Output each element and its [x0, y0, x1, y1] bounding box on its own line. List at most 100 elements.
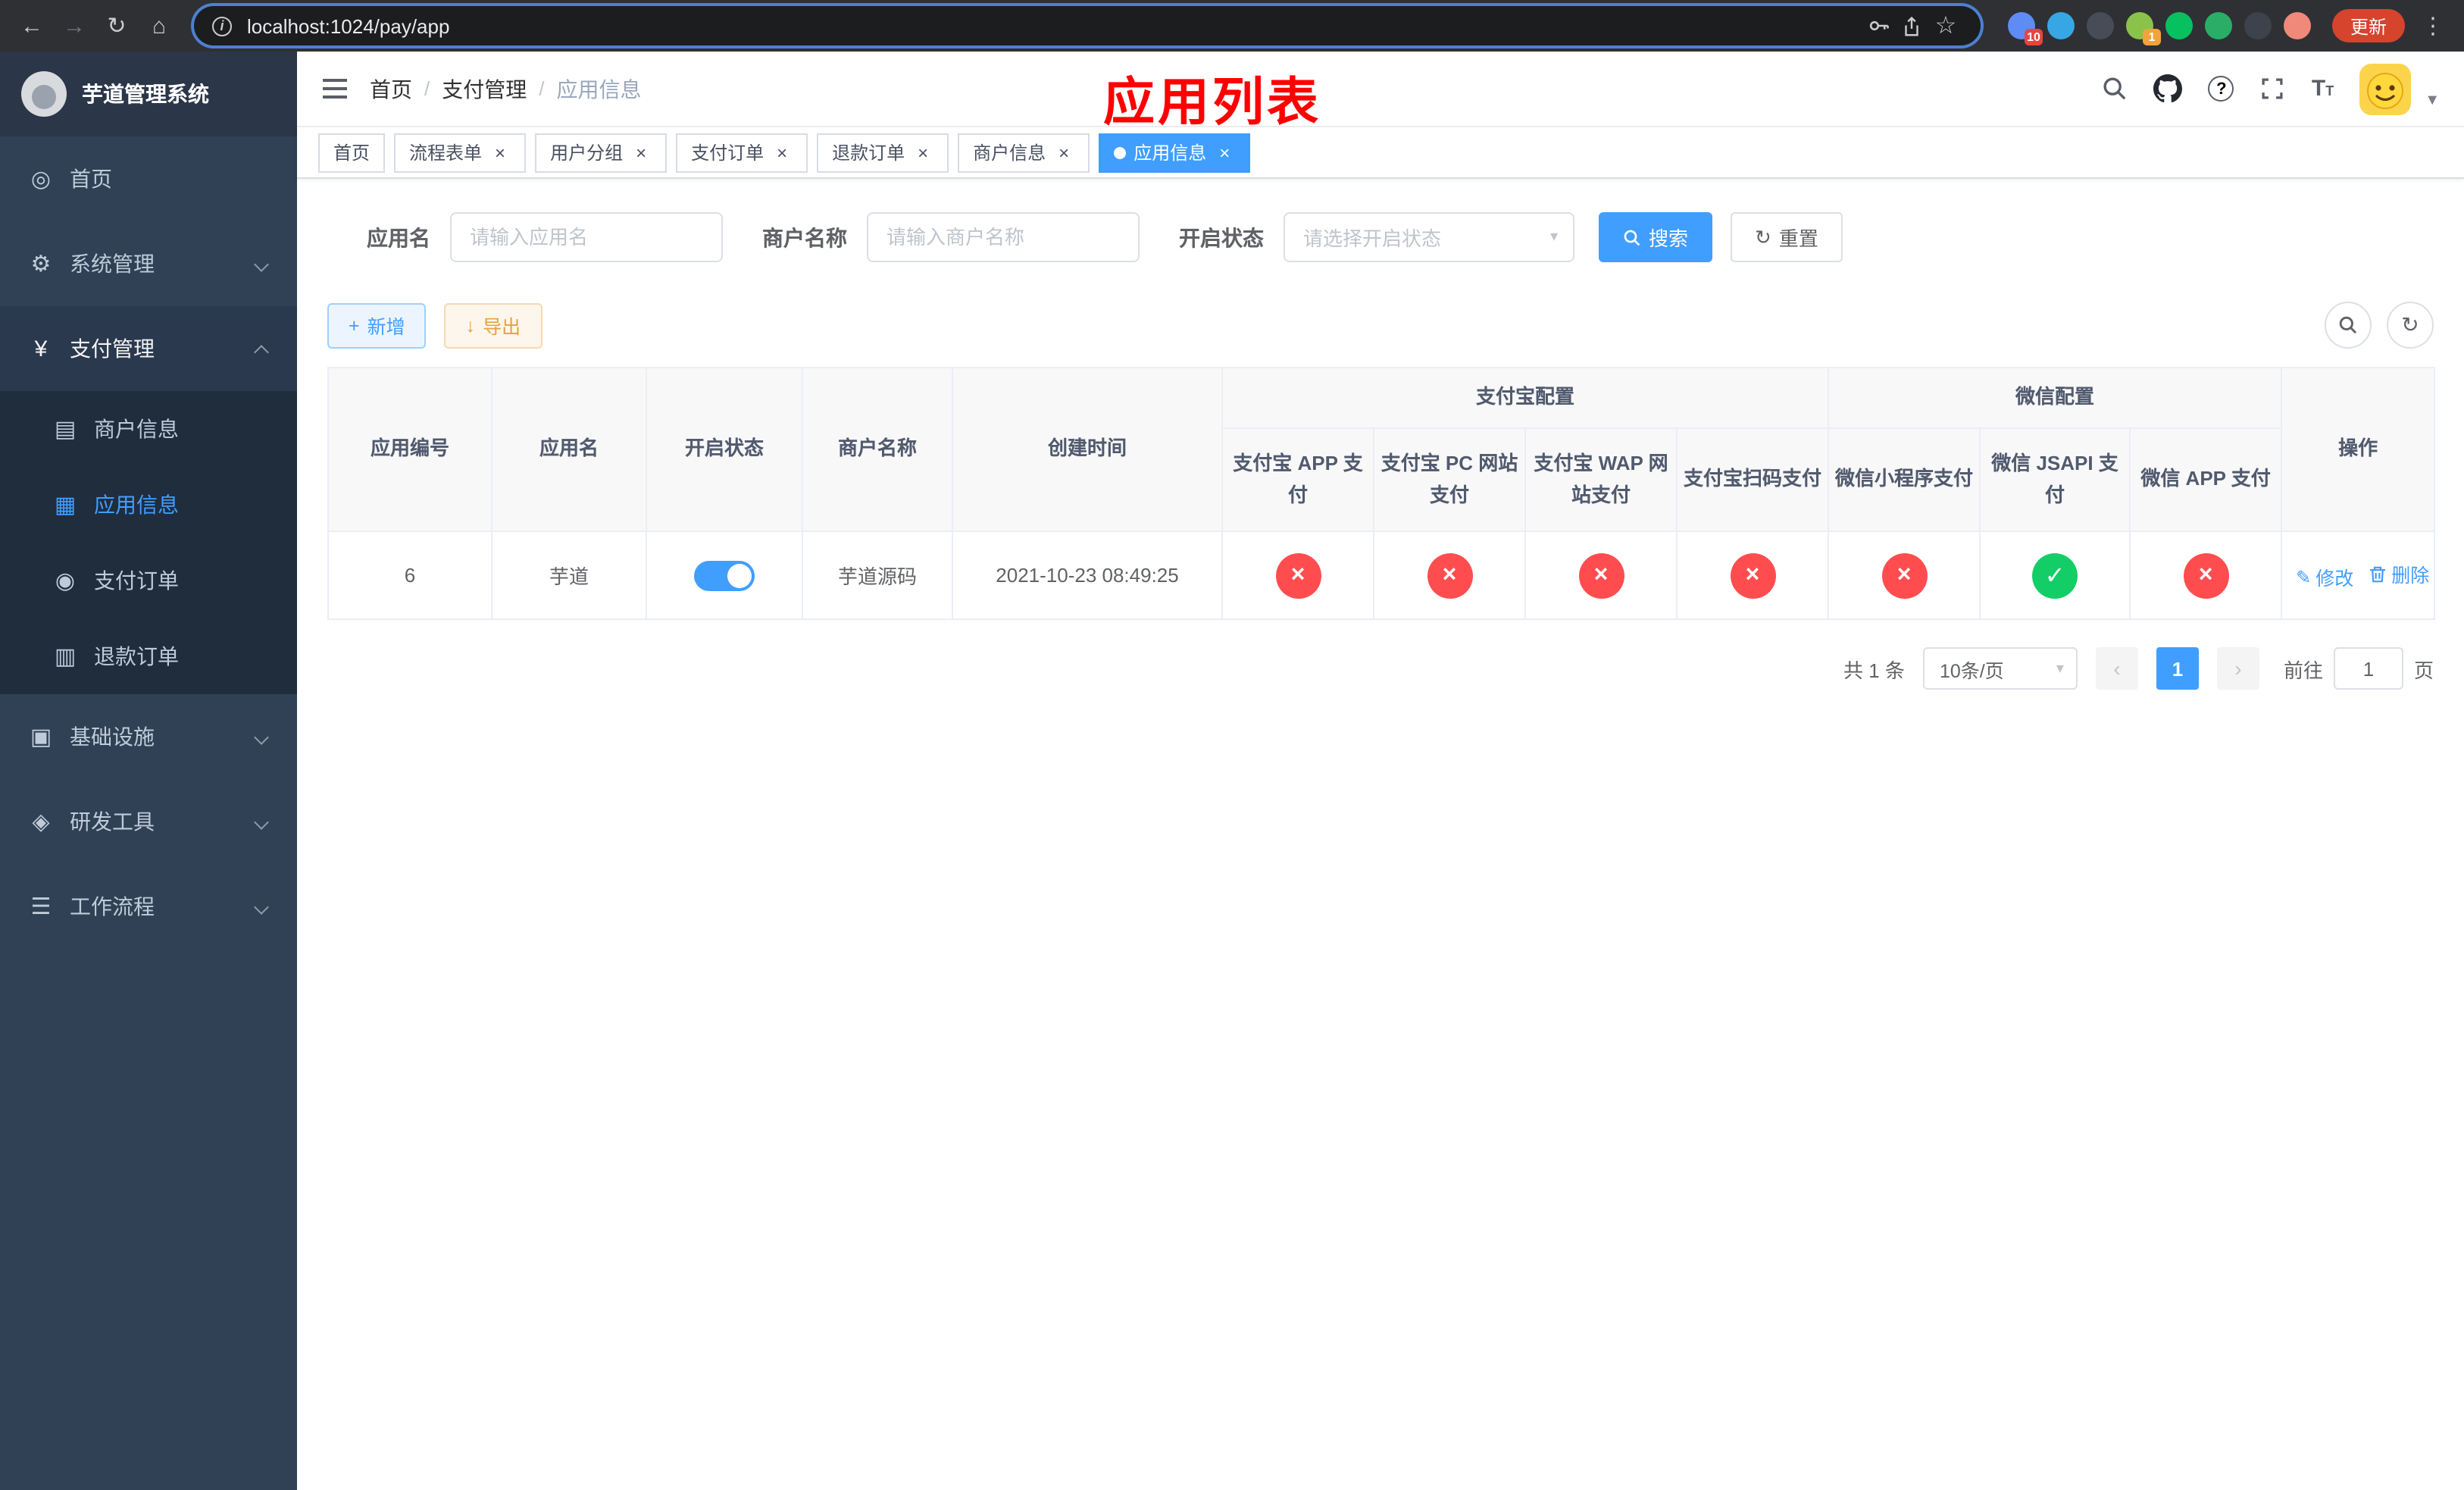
infra-icon: ▣	[30, 725, 52, 750]
app-table: 应用编号 应用名 开启状态 商户名称 创建时间 支付宝配置 微信配置 操作 支付宝 APP 支付…	[327, 367, 2436, 620]
reset-button[interactable]: ↻ 重置	[1731, 212, 1843, 262]
tab-merchant-info[interactable]: 商户信息 ×	[958, 133, 1090, 172]
user-avatar[interactable]	[2359, 63, 2412, 114]
sidebar-item-refund-order[interactable]: ▥ 退款订单	[0, 618, 297, 694]
browser-update-button[interactable]: 更新	[2331, 9, 2405, 42]
column-header: 支付宝 APP 支付	[1221, 427, 1374, 532]
refresh-button[interactable]: ↻	[2387, 302, 2434, 349]
close-icon[interactable]: ×	[630, 142, 652, 163]
close-icon[interactable]: ×	[1053, 142, 1074, 163]
prev-page-button[interactable]: ‹	[2095, 647, 2138, 690]
tab-app-info[interactable]: 应用信息 ×	[1099, 133, 1251, 172]
sidebar-item-home[interactable]: ◎ 首页	[0, 136, 297, 221]
column-header: 应用名	[491, 367, 647, 532]
tab-label: 退款订单	[832, 142, 905, 164]
column-header: 商户名称	[802, 367, 953, 532]
tab-home[interactable]: 首页	[318, 133, 386, 172]
column-header: 微信 JSAPI 支付	[1979, 427, 2131, 532]
tab-payment-order[interactable]: 支付订单 ×	[676, 133, 808, 172]
sidebar-item-dev-tools[interactable]: ◈ 研发工具	[0, 779, 297, 864]
extension-globe-icon[interactable]	[2086, 12, 2114, 39]
extension-colorful-icon[interactable]: 1	[2125, 12, 2161, 45]
cell-created-at: 2021-10-23 08:49:25	[952, 531, 1223, 620]
share-icon[interactable]	[1896, 9, 1929, 42]
browser-home-icon[interactable]: ⌂	[139, 6, 179, 45]
breadcrumb-separator: /	[424, 77, 430, 100]
status-select[interactable]: 请选择开启状态 ▾	[1284, 212, 1574, 262]
user-menu-caret-icon[interactable]: ▼	[2425, 92, 2440, 109]
tab-user-group[interactable]: 用户分组 ×	[535, 133, 668, 172]
sidebar-item-infrastructure[interactable]: ▣ 基础设施	[0, 694, 297, 779]
browser-forward-icon[interactable]: →	[55, 6, 94, 45]
sidebar-toggle-icon[interactable]	[321, 77, 349, 100]
font-size-icon[interactable]: TT	[2312, 77, 2334, 100]
breadcrumb-item[interactable]: 首页	[370, 74, 412, 104]
github-icon[interactable]	[2153, 74, 2183, 103]
help-icon[interactable]: ?	[2208, 76, 2234, 102]
extension-chat-icon[interactable]	[2204, 12, 2232, 39]
toggle-search-button[interactable]	[2325, 302, 2372, 349]
site-info-icon[interactable]: i	[212, 16, 232, 36]
app-logo[interactable]: 芋道管理系统	[0, 52, 297, 136]
cell-pay-status: ×	[1221, 531, 1374, 620]
column-header: 微信小程序支付	[1828, 427, 1981, 532]
next-page-button[interactable]: ›	[2216, 647, 2259, 690]
sidebar-item-app-info[interactable]: ▦ 应用信息	[0, 467, 297, 543]
page-size-select[interactable]: 10条/页 ▾	[1922, 647, 2078, 690]
browser-back-icon[interactable]: ←	[12, 6, 52, 45]
status-enabled-icon: ✓	[2032, 552, 2078, 598]
add-button[interactable]: + 新增	[327, 302, 427, 348]
goto-page-input[interactable]	[2333, 647, 2403, 690]
app-name-input[interactable]	[450, 212, 723, 262]
sidebar-item-label: 研发工具	[70, 809, 155, 834]
fullscreen-icon[interactable]	[2260, 76, 2286, 102]
page-number-button[interactable]: 1	[2156, 647, 2199, 690]
extension-puzzle-icon[interactable]: 10	[2007, 12, 2043, 45]
page-content: 应用名 商户名称 开启状态 请选择开启状态 ▾ 搜索	[297, 179, 2464, 1490]
header-search-icon[interactable]	[2103, 76, 2128, 102]
sidebar-item-payment-order[interactable]: ◉ 支付订单	[0, 543, 297, 618]
search-button[interactable]: 搜索	[1599, 212, 1713, 262]
sidebar-item-system[interactable]: ⚙ 系统管理	[0, 221, 297, 306]
close-icon[interactable]: ×	[1214, 142, 1235, 163]
enabled-toggle[interactable]	[694, 560, 755, 590]
sidebar-item-merchant-info[interactable]: ▤ 商户信息	[0, 391, 297, 467]
sidebar-item-payment[interactable]: ¥ 支付管理	[0, 306, 297, 391]
tab-refund-order[interactable]: 退款订单 ×	[817, 133, 949, 172]
chevron-down-icon: ▾	[1549, 229, 1558, 246]
extension-wechat-dev-icon[interactable]	[2165, 12, 2193, 39]
sidebar-item-label: 工作流程	[70, 894, 155, 919]
goto-prefix-label: 前往	[2283, 659, 2323, 681]
extension-monkey-icon[interactable]	[2244, 12, 2272, 39]
export-button[interactable]: ↓ 导出	[444, 302, 543, 348]
close-icon[interactable]: ×	[489, 142, 511, 163]
chevron-icon	[254, 256, 269, 271]
delete-button[interactable]: 删除	[2369, 559, 2429, 588]
extension-drop-icon[interactable]	[2047, 12, 2075, 39]
sidebar: 芋道管理系统 ◎ 首页 ⚙ 系统管理 ¥ 支付管理 ▤ 商户信息 ▦ 应用信息 ◉ 支付订单 ▥ 退款订单…	[0, 52, 297, 1490]
download-icon: ↓	[465, 315, 476, 336]
close-icon[interactable]: ×	[771, 142, 793, 163]
merchant-name-input[interactable]	[867, 212, 1140, 262]
table-header-row-1: 应用编号 应用名 开启状态 商户名称 创建时间 支付宝配置 微信配置 操作	[327, 367, 2436, 532]
breadcrumb-item[interactable]: 支付管理	[442, 74, 527, 104]
sidebar-item-label: 商户信息	[94, 417, 179, 441]
password-key-icon[interactable]	[1862, 9, 1896, 42]
side-menu: ◎ 首页 ⚙ 系统管理 ¥ 支付管理 ▤ 商户信息 ▦ 应用信息 ◉ 支付订单 ▥ 退款订单 ▣ 基础设施 ◈ 研…	[0, 136, 297, 949]
status-select-placeholder: 请选择开启状态	[1303, 227, 1442, 250]
merchant-name-label: 商户名称	[762, 225, 847, 249]
tab-label: 支付订单	[691, 142, 765, 164]
edit-button[interactable]: ✎ 修改	[2296, 562, 2353, 591]
tab-label: 用户分组	[550, 142, 624, 164]
sidebar-item-workflow[interactable]: ☰ 工作流程	[0, 864, 297, 949]
browser-reload-icon[interactable]: ↻	[97, 6, 136, 45]
app-name-label: 应用名	[367, 225, 430, 249]
bookmark-star-icon[interactable]: ☆	[1929, 9, 1962, 42]
close-icon[interactable]: ×	[912, 142, 933, 163]
extension-face-icon[interactable]	[2283, 12, 2311, 39]
trash-icon	[2369, 565, 2387, 583]
add-button-label: 新增	[367, 317, 405, 338]
tab-process-form[interactable]: 流程表单 ×	[394, 133, 527, 172]
browser-menu-icon[interactable]: ⋮	[2414, 12, 2452, 39]
address-bar[interactable]: i localhost:1024/pay/app ☆	[194, 6, 1981, 45]
